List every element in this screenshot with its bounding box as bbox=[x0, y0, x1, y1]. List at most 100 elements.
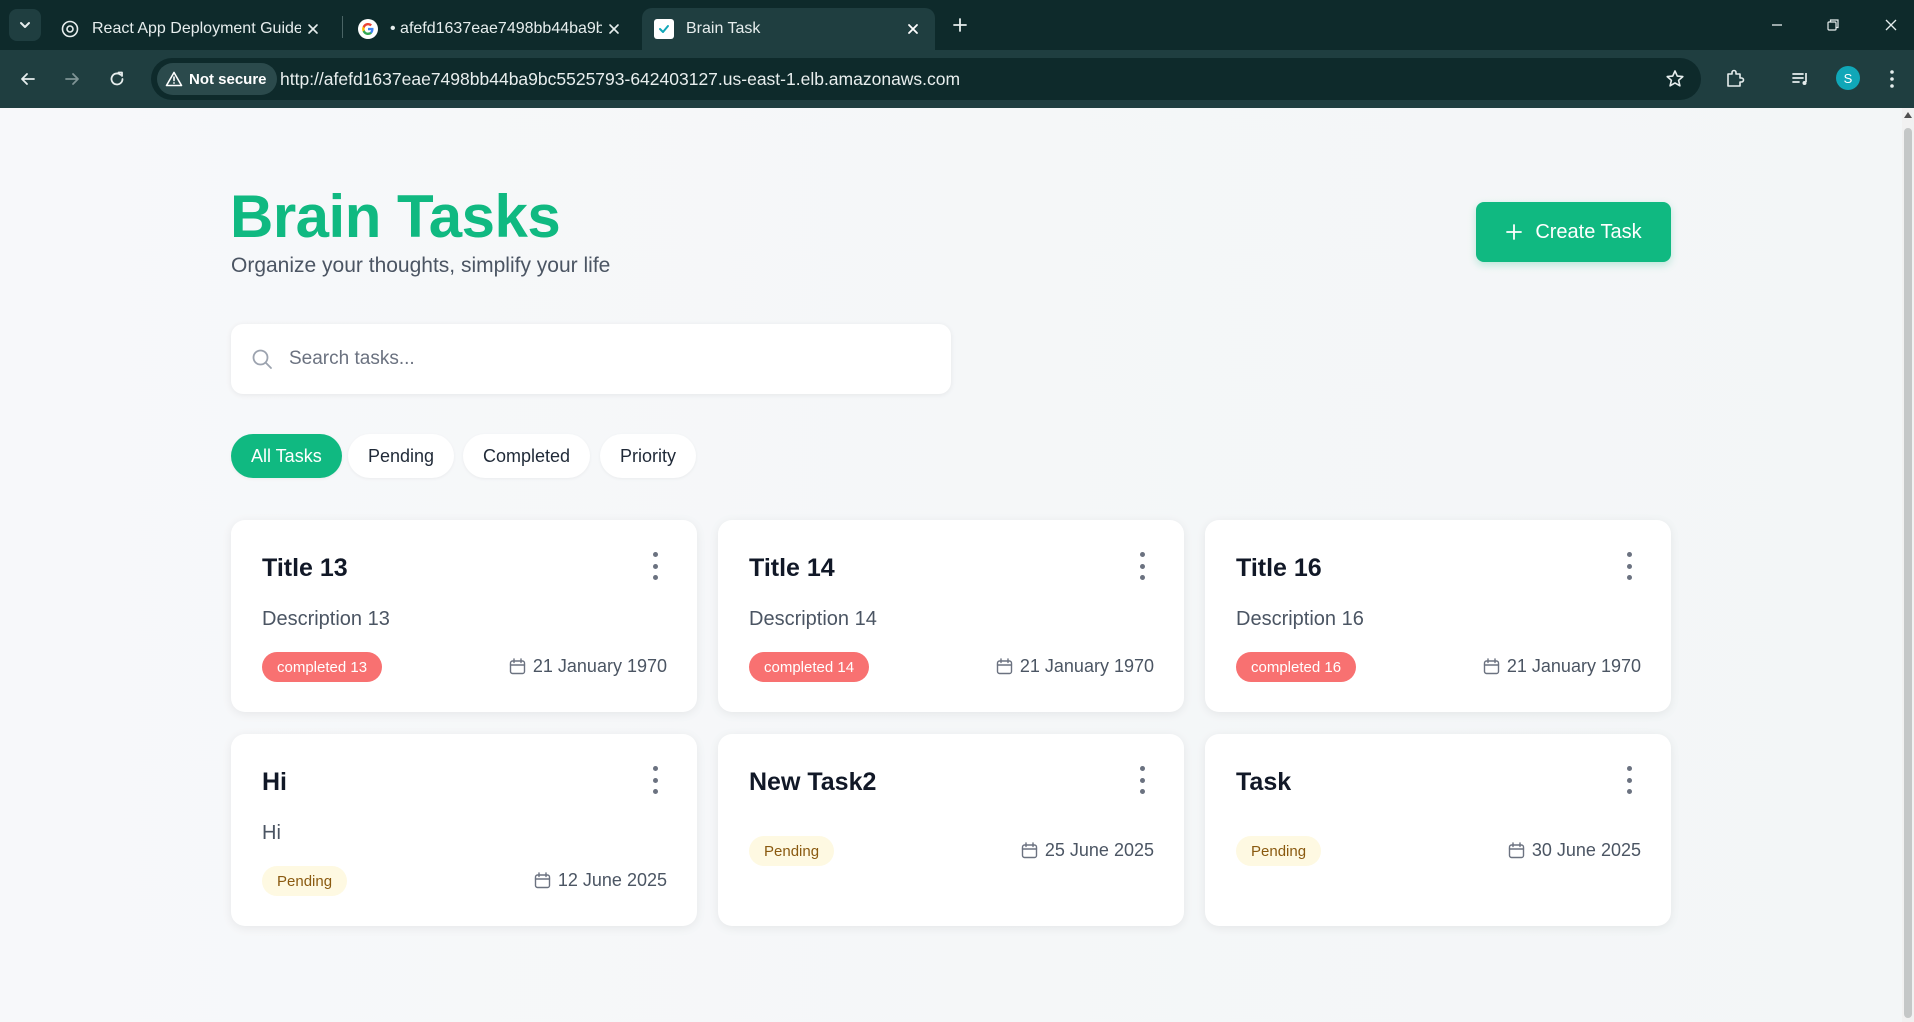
task-menu-icon[interactable] bbox=[651, 552, 659, 580]
close-icon[interactable] bbox=[301, 17, 325, 41]
minimize-icon bbox=[1772, 24, 1782, 26]
status-badge: completed 14 bbox=[749, 652, 870, 682]
back-button[interactable] bbox=[12, 63, 44, 95]
task-title: New Task2 bbox=[749, 768, 877, 796]
task-description: Description 14 bbox=[749, 608, 877, 630]
openai-icon bbox=[60, 19, 80, 39]
task-menu-icon[interactable] bbox=[1625, 766, 1633, 794]
task-menu-icon[interactable] bbox=[1625, 552, 1633, 580]
task-card[interactable]: Title 14 Description 14 completed 14 21 … bbox=[718, 520, 1184, 712]
task-title: Title 13 bbox=[262, 554, 348, 582]
close-icon[interactable] bbox=[602, 17, 626, 41]
calendar-icon bbox=[1508, 842, 1525, 859]
calendar-icon bbox=[534, 872, 551, 889]
page-scrollbar[interactable] bbox=[1902, 108, 1914, 1022]
task-description: Description 13 bbox=[262, 608, 390, 630]
task-title: Hi bbox=[262, 768, 287, 796]
task-description: Description 16 bbox=[1236, 608, 1364, 630]
task-date-text: 12 June 2025 bbox=[557, 870, 667, 890]
calendar-icon bbox=[1021, 842, 1038, 859]
bookmark-button[interactable] bbox=[1663, 67, 1687, 91]
filter-completed[interactable]: Completed bbox=[463, 434, 591, 478]
task-date-text: 21 January 1970 bbox=[532, 656, 667, 676]
url-text[interactable]: http://afefd1637eae7498bb44ba9bc5525793-… bbox=[280, 69, 960, 90]
arrow-left-icon bbox=[21, 73, 35, 85]
tab-bar: React App Deployment Guide • afefd1637ea… bbox=[0, 0, 1914, 50]
reload-button[interactable] bbox=[101, 63, 133, 95]
filter-all-tasks[interactable]: All Tasks bbox=[231, 434, 342, 478]
tab-title: • afefd1637eae7498bb44ba9bc bbox=[390, 20, 602, 37]
status-badge: completed 16 bbox=[1236, 652, 1357, 682]
puzzle-icon bbox=[1727, 69, 1745, 87]
task-date-text: 21 January 1970 bbox=[1506, 656, 1641, 676]
task-date: 21 January 1970 bbox=[996, 656, 1154, 677]
task-card[interactable]: Title 16 Description 16 completed 16 21 … bbox=[1205, 520, 1671, 712]
new-tab-button[interactable] bbox=[946, 11, 974, 39]
chevron-down-icon bbox=[20, 22, 30, 28]
task-menu-icon[interactable] bbox=[1138, 766, 1146, 794]
search-input[interactable] bbox=[289, 344, 929, 374]
scrollbar-thumb[interactable] bbox=[1904, 128, 1912, 1018]
close-icon bbox=[1885, 19, 1897, 31]
filter-pending[interactable]: Pending bbox=[348, 434, 455, 478]
filter-priority[interactable]: Priority bbox=[600, 434, 697, 478]
task-date-text: 30 June 2025 bbox=[1531, 840, 1641, 860]
create-task-button[interactable]: Create Task bbox=[1476, 202, 1671, 262]
task-date-text: 21 January 1970 bbox=[1019, 656, 1154, 676]
extensions-button[interactable] bbox=[1719, 63, 1751, 95]
calendar-icon bbox=[1483, 658, 1500, 675]
task-date: 12 June 2025 bbox=[534, 870, 667, 891]
task-date: 30 June 2025 bbox=[1508, 840, 1641, 861]
more-vertical-icon bbox=[1890, 70, 1894, 88]
status-badge: Pending bbox=[749, 836, 835, 866]
arrow-right-icon bbox=[65, 73, 79, 85]
page-content: Brain Tasks Organize your thoughts, simp… bbox=[0, 108, 1906, 1022]
restore-icon bbox=[1827, 19, 1839, 31]
tab-search-button[interactable] bbox=[9, 9, 41, 41]
task-title: Task bbox=[1236, 768, 1292, 796]
scroll-up-arrow[interactable] bbox=[1904, 112, 1912, 118]
tab-brain-task[interactable]: Brain Task bbox=[642, 8, 935, 50]
page-title: Brain Tasks bbox=[230, 183, 561, 250]
tab-title: React App Deployment Guide bbox=[92, 20, 301, 37]
close-window-button[interactable] bbox=[1876, 10, 1906, 40]
status-badge: Pending bbox=[1236, 836, 1322, 866]
page-subtitle: Organize your thoughts, simplify your li… bbox=[231, 254, 611, 277]
browser-toolbar: Not secure http://afefd1637eae7498bb44ba… bbox=[0, 50, 1914, 108]
tab-react-app-deployment-guide[interactable]: React App Deployment Guide bbox=[48, 8, 335, 50]
task-date: 21 January 1970 bbox=[1483, 656, 1641, 677]
star-icon bbox=[1666, 70, 1684, 87]
calendar-icon bbox=[509, 658, 526, 675]
restore-button[interactable] bbox=[1818, 10, 1848, 40]
create-task-label: Create Task bbox=[1535, 220, 1642, 243]
task-card[interactable]: Task Pending 30 June 2025 bbox=[1205, 734, 1671, 926]
close-icon[interactable] bbox=[901, 17, 925, 41]
task-menu-icon[interactable] bbox=[651, 766, 659, 794]
reload-icon bbox=[110, 71, 124, 86]
security-chip[interactable]: Not secure bbox=[157, 63, 277, 95]
plus-icon bbox=[953, 18, 967, 32]
task-card[interactable]: Title 13 Description 13 completed 13 21 … bbox=[231, 520, 697, 712]
task-date: 25 June 2025 bbox=[1021, 840, 1154, 861]
task-title: Title 14 bbox=[749, 554, 835, 582]
profile-avatar[interactable]: S bbox=[1836, 66, 1860, 90]
forward-button[interactable] bbox=[56, 63, 88, 95]
task-card[interactable]: Hi Hi Pending 12 June 2025 bbox=[231, 734, 697, 926]
calendar-icon bbox=[996, 658, 1013, 675]
tab-title: Brain Task bbox=[686, 20, 761, 37]
tab-divider bbox=[342, 16, 343, 38]
minimize-button[interactable] bbox=[1762, 10, 1792, 40]
task-description: Hi bbox=[262, 822, 281, 844]
status-badge: Pending bbox=[262, 866, 348, 896]
status-badge: completed 13 bbox=[262, 652, 383, 682]
media-controls-button[interactable] bbox=[1785, 63, 1817, 95]
task-date-text: 25 June 2025 bbox=[1044, 840, 1154, 860]
browser-menu-button[interactable] bbox=[1876, 63, 1908, 95]
task-date: 21 January 1970 bbox=[509, 656, 667, 677]
warning-icon bbox=[165, 71, 183, 87]
task-card[interactable]: New Task2 Pending 25 June 2025 bbox=[718, 734, 1184, 926]
google-icon bbox=[358, 19, 378, 39]
tab-aws-url[interactable]: • afefd1637eae7498bb44ba9bc bbox=[346, 8, 636, 50]
address-bar[interactable]: Not secure http://afefd1637eae7498bb44ba… bbox=[151, 58, 1701, 100]
task-menu-icon[interactable] bbox=[1138, 552, 1146, 580]
